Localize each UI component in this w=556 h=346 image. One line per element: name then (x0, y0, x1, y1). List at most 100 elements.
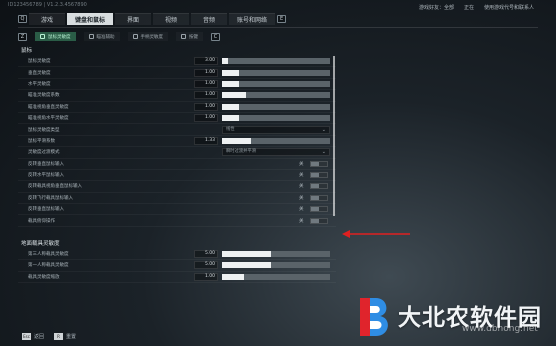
setting-row[interactable]: 鼠标灵敏度 3.00 (18, 56, 336, 68)
toggle-state-label: 关 (299, 184, 304, 190)
slider-fill (222, 92, 246, 99)
setting-value-field[interactable]: 5.00 (194, 250, 218, 259)
setting-label: 鼠标灵敏度 (28, 59, 51, 65)
setting-row[interactable]: 水平灵敏度 1.00 (18, 79, 336, 91)
setting-label: 载具灵敏度缩放 (28, 274, 60, 280)
setting-row[interactable]: 瞄准灵敏度系数 1.00 (18, 90, 336, 102)
setting-row[interactable]: 反转载具视角垂直鼠标输入 关 (18, 181, 336, 193)
subtab-controller-sensitivity[interactable]: 手柄灵敏度 (128, 32, 169, 41)
subtab-label: 按键 (189, 34, 198, 40)
tab-keyboard-mouse[interactable]: 键盘和鼠标 (67, 13, 114, 25)
header-right-links: 游戏好友：全部 正在 使用游戏代号和联系人 (419, 4, 534, 11)
next-tab-key[interactable]: E (277, 15, 287, 23)
setting-dropdown[interactable]: 线性 ⌄ (222, 125, 330, 134)
setting-slider[interactable] (222, 115, 330, 122)
setting-row[interactable]: 载具俯仰操作 关 (18, 215, 336, 227)
setting-toggle[interactable] (310, 183, 328, 190)
setting-row[interactable]: 第三人称载具灵敏度 5.00 (18, 249, 336, 261)
setting-slider[interactable] (222, 69, 330, 76)
tab-video[interactable]: 视频 (153, 13, 190, 25)
setting-label: 水平灵敏度 (28, 81, 51, 87)
setting-slider[interactable] (222, 103, 330, 110)
setting-toggle[interactable] (310, 206, 328, 213)
setting-toggle[interactable] (310, 217, 328, 224)
prev-subtab-key[interactable]: Z (18, 32, 27, 41)
setting-row[interactable]: 垂直灵敏度 1.00 (18, 67, 336, 79)
toggle-knob (311, 195, 319, 200)
prev-tab-key[interactable]: Q (18, 15, 27, 23)
chevron-down-icon: ⌄ (321, 126, 326, 133)
setting-value-field[interactable]: 3.00 (194, 57, 218, 66)
watermark: 大北农软件园 www.dbnong.net (352, 294, 552, 342)
setting-row[interactable]: 第一人称载具灵敏度 5.00 (18, 260, 336, 272)
setting-value-field[interactable]: 1.00 (194, 79, 218, 88)
setting-row[interactable]: 反转垂直鼠标输入 关 (18, 204, 336, 216)
tab-interface[interactable]: 界面 (115, 13, 152, 25)
back-button[interactable]: Esc 返回 (22, 333, 44, 340)
slider-fill (222, 251, 271, 258)
toggle-knob (311, 161, 319, 166)
sub-tab-bar: Z 鼠标灵敏度 瞄准辅助 手柄灵敏度 按键 C (18, 32, 220, 41)
setting-value-field[interactable]: 1.00 (194, 102, 218, 111)
esc-key-hint: Esc (22, 333, 31, 340)
watermark-url: www.dbnong.net (462, 324, 538, 334)
toggle-knob (311, 173, 319, 178)
setting-slider[interactable] (222, 58, 330, 65)
status-link[interactable]: 正在 (464, 4, 474, 11)
toggle-state-label: 关 (299, 218, 304, 224)
setting-toggle[interactable] (310, 172, 328, 179)
setting-slider[interactable] (222, 80, 330, 87)
settings-scrollbar[interactable] (333, 56, 335, 216)
toggle-state-label: 关 (299, 161, 304, 167)
setting-toggle[interactable] (310, 194, 328, 201)
setting-value-field[interactable]: 1.00 (194, 91, 218, 100)
dropdown-value: 线性 (226, 126, 235, 132)
setting-row[interactable]: 鼠标灵敏度类型 线性 ⌄ (18, 124, 336, 136)
tab-game[interactable]: 游戏 (29, 13, 65, 25)
setting-slider[interactable] (222, 92, 330, 99)
setting-label: 鼠标平滑系数 (28, 138, 55, 144)
setting-row[interactable]: 瞄准视角水平灵敏度 1.00 (18, 113, 336, 125)
setting-dropdown[interactable]: 瞬时过渡并平滑 ⌄ (222, 148, 330, 157)
subtab-aim-assist[interactable]: 瞄准辅助 (84, 32, 120, 41)
slider-fill (222, 58, 229, 65)
subtab-mouse-sensitivity[interactable]: 鼠标灵敏度 (35, 32, 76, 41)
setting-row[interactable]: 瞄准视角垂直灵敏度 1.00 (18, 102, 336, 113)
subtab-label: 手柄灵敏度 (140, 34, 164, 40)
setting-slider[interactable] (222, 262, 330, 269)
setting-label: 反转载具视角垂直鼠标输入 (28, 184, 82, 190)
slider-fill (222, 115, 240, 122)
controller-icon (132, 34, 138, 39)
setting-slider[interactable] (222, 273, 330, 280)
contacts-link[interactable]: 使用游戏代号和联系人 (484, 4, 534, 11)
tab-audio[interactable]: 音频 (191, 13, 228, 25)
setting-row[interactable]: 鼠标平滑系数 1.33 (18, 136, 336, 148)
setting-row[interactable]: 反转水平鼠标输入 关 (18, 170, 336, 182)
next-subtab-key[interactable]: C (211, 32, 220, 41)
reset-label: 重置 (66, 334, 77, 340)
setting-row[interactable]: 载具灵敏度缩放 1.00 (18, 272, 336, 284)
setting-value-field[interactable]: 1.00 (194, 114, 218, 123)
setting-row[interactable]: 反转垂直鼠标输入 关 (18, 159, 336, 170)
settings-panel: 鼠标 鼠标灵敏度 3.00 垂直灵敏度 1.00 水平灵敏度 1.00 瞄准灵敏度系数 1.0… (18, 46, 336, 340)
setting-label: 第一人称载具灵敏度 (28, 263, 69, 269)
friends-link[interactable]: 游戏好友：全部 (419, 4, 454, 11)
setting-slider[interactable] (222, 251, 330, 258)
setting-value-field[interactable]: 1.33 (194, 136, 218, 145)
setting-toggle[interactable] (310, 160, 328, 167)
mouse-icon (40, 34, 45, 39)
slider-fill (222, 273, 244, 280)
setting-slider[interactable] (222, 137, 330, 144)
back-label: 返回 (34, 334, 45, 340)
setting-value-field[interactable]: 1.00 (194, 272, 218, 281)
toggle-state-label: 关 (299, 195, 304, 201)
setting-value-field[interactable]: 5.00 (194, 261, 218, 270)
header-divider (18, 27, 538, 28)
setting-row[interactable]: 灵敏度过渡模式 瞬时过渡并平滑 ⌄ (18, 147, 336, 159)
setting-value-field[interactable]: 1.00 (194, 68, 218, 77)
tab-account-network[interactable]: 账号和网络 (229, 13, 276, 25)
slider-fill (222, 80, 240, 87)
subtab-keybinds[interactable]: 按键 (176, 32, 203, 41)
setting-row[interactable]: 反转飞行载具鼠标输入 关 (18, 193, 336, 205)
reset-button[interactable]: R 重置 (54, 333, 76, 340)
